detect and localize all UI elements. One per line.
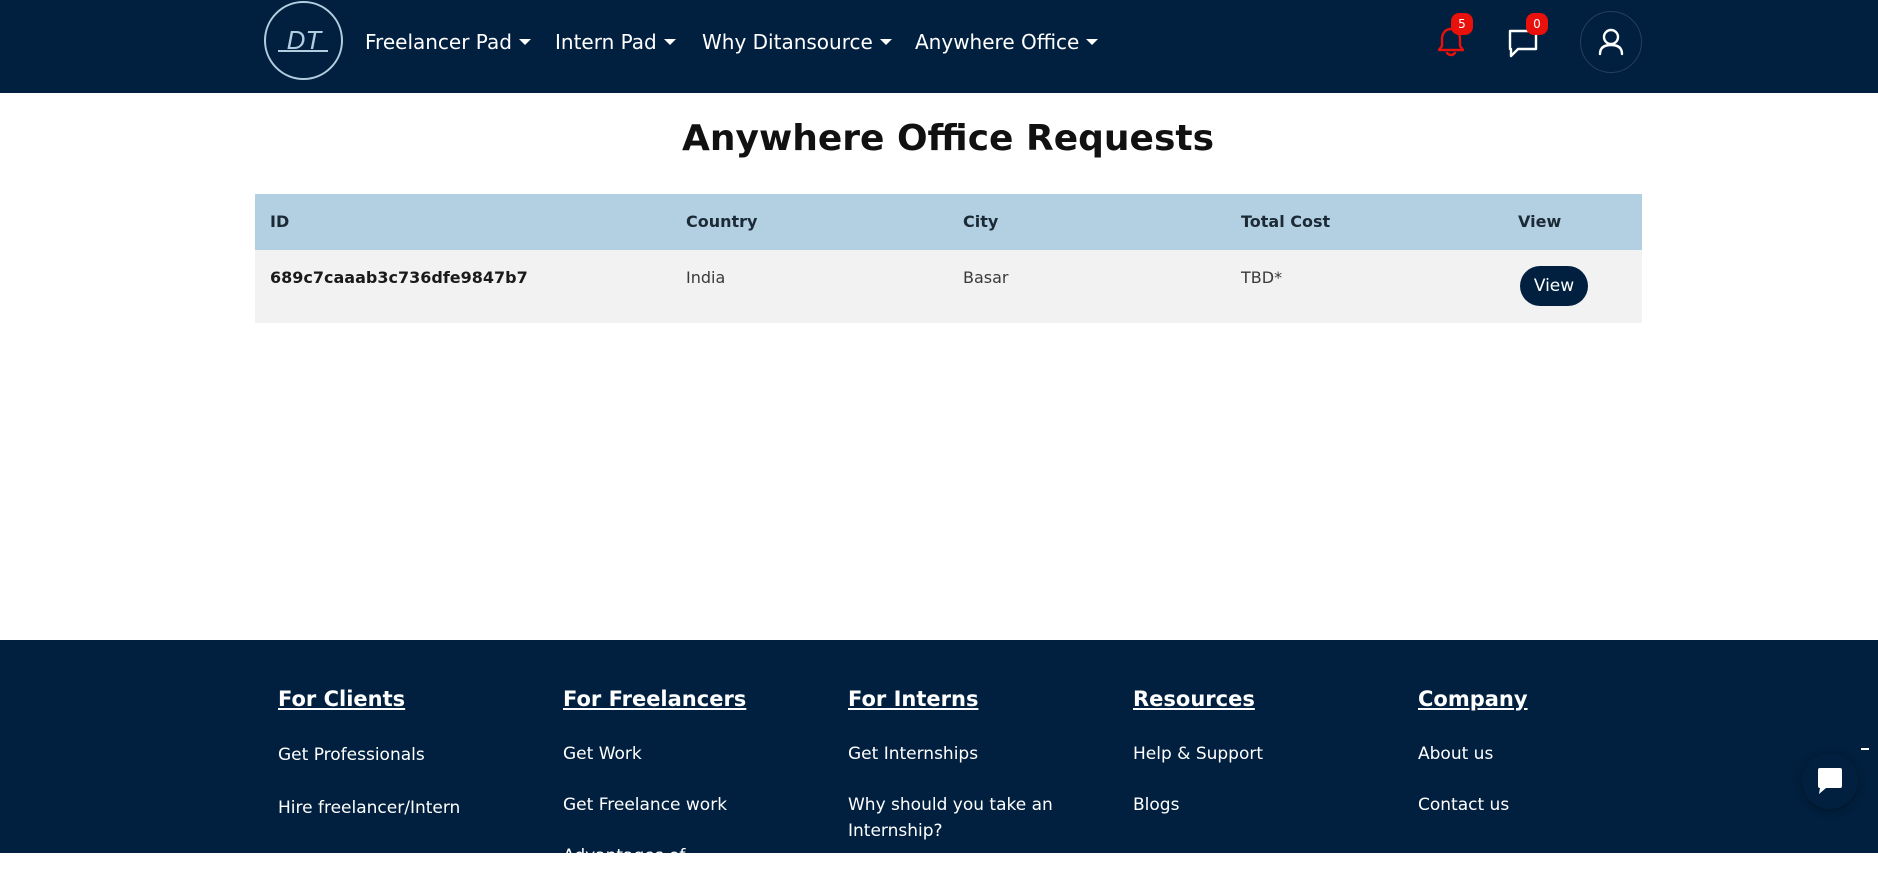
- requests-table: ID Country City Total Cost View 689c7caa…: [255, 194, 1642, 323]
- nav-why-ditansource-label: Why Ditansource: [702, 30, 873, 54]
- nav-why-ditansource[interactable]: Why Ditansource: [702, 27, 892, 57]
- chevron-down-icon: [879, 38, 892, 45]
- request-country: India: [686, 268, 726, 287]
- nav-anywhere-office[interactable]: Anywhere Office: [915, 27, 1099, 57]
- notification-count-badge: 5: [1451, 13, 1473, 35]
- profile-button[interactable]: [1580, 11, 1642, 73]
- request-city: Basar: [963, 268, 1009, 287]
- column-header-id: ID: [270, 212, 290, 231]
- view-request-button[interactable]: View: [1520, 266, 1588, 306]
- column-header-country: Country: [686, 212, 758, 231]
- request-total-cost: TBD*: [1241, 268, 1283, 287]
- chat-minimize-icon[interactable]: [1861, 748, 1869, 750]
- footer-link-get-work[interactable]: Get Work: [563, 741, 793, 767]
- top-navbar: DT Freelancer Pad Intern Pad Why Ditanso…: [0, 0, 1878, 93]
- footer-link-get-internships[interactable]: Get Internships: [848, 741, 1078, 767]
- footer-link-blogs[interactable]: Blogs: [1133, 792, 1363, 818]
- chat-icon: [1818, 768, 1842, 794]
- logo[interactable]: DT: [264, 1, 343, 80]
- footer-heading-for-clients[interactable]: For Clients: [278, 687, 405, 711]
- logo-mark-icon: DT: [278, 25, 328, 55]
- user-icon: [1598, 28, 1624, 56]
- table-row: 689c7caaab3c736dfe9847b7 India Basar TBD…: [255, 250, 1642, 323]
- nav-intern-pad-label: Intern Pad: [555, 30, 657, 54]
- column-header-view: View: [1518, 212, 1562, 231]
- footer-link-get-freelance-work[interactable]: Get Freelance work: [563, 792, 793, 818]
- nav-freelancer-pad-label: Freelancer Pad: [365, 30, 512, 54]
- footer-link-help-support[interactable]: Help & Support: [1133, 741, 1363, 767]
- messages-button[interactable]: 0: [1506, 13, 1548, 60]
- chevron-down-icon: [663, 38, 676, 45]
- footer-link-get-professionals[interactable]: Get Professionals: [278, 742, 508, 768]
- column-header-city: City: [963, 212, 999, 231]
- footer-link-hire-freelancer-intern[interactable]: Hire freelancer/Intern: [278, 795, 508, 821]
- request-id: 689c7caaab3c736dfe9847b7: [270, 268, 528, 287]
- footer-link-advantages[interactable]: Advantages of: [563, 843, 793, 869]
- page-title: Anywhere Office Requests: [681, 118, 1215, 159]
- footer-link-contact-us[interactable]: Contact us: [1418, 792, 1648, 818]
- footer-link-why-internship[interactable]: Why should you take an Internship?: [848, 792, 1068, 844]
- notifications-button[interactable]: 5: [1434, 13, 1473, 59]
- nav-anywhere-office-label: Anywhere Office: [915, 30, 1080, 54]
- message-count-badge: 0: [1526, 13, 1548, 35]
- nav-freelancer-pad[interactable]: Freelancer Pad: [365, 27, 531, 57]
- footer-heading-for-freelancers[interactable]: For Freelancers: [563, 687, 746, 711]
- table-header-row: ID Country City Total Cost View: [255, 194, 1642, 250]
- chevron-down-icon: [518, 38, 531, 45]
- nav-intern-pad[interactable]: Intern Pad: [555, 27, 676, 57]
- chevron-down-icon: [1086, 38, 1099, 45]
- live-chat-button[interactable]: [1802, 753, 1858, 809]
- footer-heading-for-interns[interactable]: For Interns: [848, 687, 978, 711]
- site-footer: For Clients Get Professionals Hire freel…: [0, 640, 1878, 866]
- footer-heading-resources[interactable]: Resources: [1133, 687, 1255, 711]
- footer-link-about-us[interactable]: About us: [1418, 741, 1648, 767]
- column-header-total-cost: Total Cost: [1241, 212, 1331, 231]
- footer-heading-company[interactable]: Company: [1418, 687, 1528, 711]
